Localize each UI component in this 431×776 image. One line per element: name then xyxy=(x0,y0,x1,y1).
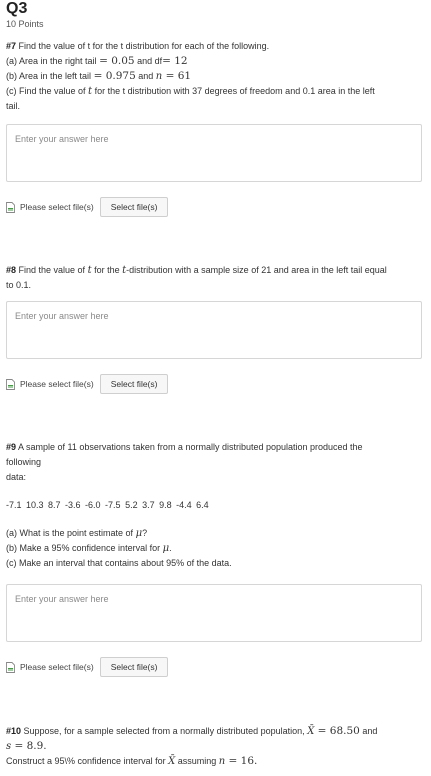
q7-a-math2: = 12 xyxy=(162,55,188,67)
select-files-button[interactable]: Select file(s) xyxy=(99,197,169,217)
q8-p2: for the xyxy=(91,265,123,275)
q10-text: #10 Suppose, for a sample selected from … xyxy=(6,724,424,769)
q10-p3: assuming xyxy=(175,756,219,766)
file-icon xyxy=(6,201,15,213)
q7-b-math2: = 61 xyxy=(162,70,192,82)
file-icon xyxy=(6,378,15,390)
q9-number: #9 xyxy=(6,442,17,452)
q8-text: #8 Find the value of t for the t-distrib… xyxy=(6,263,424,293)
answer-placeholder: Enter your answer here xyxy=(15,134,109,144)
select-files-button[interactable]: Select file(s) xyxy=(99,374,169,394)
question-title: Q3 xyxy=(6,0,28,17)
select-files-button[interactable]: Select file(s) xyxy=(99,657,169,677)
q8-p4: to 0.1. xyxy=(6,280,32,290)
q7-b-text: (b) Area in the left tail xyxy=(6,71,92,81)
q10-and: and xyxy=(359,726,378,736)
q7-a-math: = 0.05 xyxy=(99,55,135,67)
answer-placeholder: Enter your answer here xyxy=(15,311,109,321)
q8-p1: Find the value of xyxy=(16,265,88,275)
upload-label: Please select file(s) xyxy=(20,379,94,389)
q9-p1: A sample of 11 observations taken from a… xyxy=(16,442,363,452)
q7-a-text: (a) Area in the right tail xyxy=(6,56,97,66)
file-icon xyxy=(6,661,15,673)
q10-n-eq: = 16. xyxy=(225,755,258,767)
q9-b-end: . xyxy=(169,543,172,553)
answer-placeholder: Enter your answer here xyxy=(15,594,109,604)
q9-text: #9 A sample of 11 observations taken fro… xyxy=(6,440,424,571)
q10-eq1: = 68.50 xyxy=(314,725,360,737)
q7-c-tail: tail. xyxy=(6,101,21,111)
q7-answer-input[interactable]: Enter your answer here xyxy=(6,124,422,182)
upload-label: Please select file(s) xyxy=(20,662,94,672)
question-points: 10 Points xyxy=(6,19,44,29)
q10-p2: Construct a 95\% confidence interval for xyxy=(6,756,169,766)
q7-text: #7 Find the value of t for the t distrib… xyxy=(6,39,424,114)
q10-number: #10 xyxy=(6,726,22,736)
q9-p2: following xyxy=(6,457,42,467)
q10-p1: Suppose, for a sample selected from a no… xyxy=(21,726,308,736)
q7-prompt: Find the value of t for the t distributi… xyxy=(18,41,270,51)
q7-c-text: (c) Find the value of xyxy=(6,86,89,96)
q9-answer-input[interactable]: Enter your answer here xyxy=(6,584,422,642)
q8-answer-input[interactable]: Enter your answer here xyxy=(6,301,422,359)
upload-label: Please select file(s) xyxy=(20,202,94,212)
q8-p3: -distribution with a sample size of 21 a… xyxy=(126,265,387,275)
q7-b-math: = 0.975 xyxy=(93,70,136,82)
q10-s-eq: = 8.9. xyxy=(11,740,47,752)
q8-upload-row: Please select file(s) Select file(s) xyxy=(6,374,169,394)
q9-c: (c) Make an interval that contains about… xyxy=(6,558,232,568)
q9-b: (b) Make a 95% confidence interval for xyxy=(6,543,163,553)
q7-a-mid: and df xyxy=(134,56,163,66)
q9-data: -7.1 10.3 8.7 -3.6 -6.0 -7.5 5.2 3.7 9.8… xyxy=(6,500,209,510)
q9-upload-row: Please select file(s) Select file(s) xyxy=(6,657,169,677)
q9-p3: data: xyxy=(6,472,27,482)
q7-upload-row: Please select file(s) Select file(s) xyxy=(6,197,169,217)
q7-b-mid: and xyxy=(135,71,156,81)
q9-a-end: ? xyxy=(142,528,148,538)
q9-a: (a) What is the point estimate of xyxy=(6,528,136,538)
q8-number: #8 xyxy=(6,265,17,275)
q7-number: #7 xyxy=(6,41,17,51)
q7-c-rest: for the t distribution with 37 degrees o… xyxy=(92,86,375,96)
